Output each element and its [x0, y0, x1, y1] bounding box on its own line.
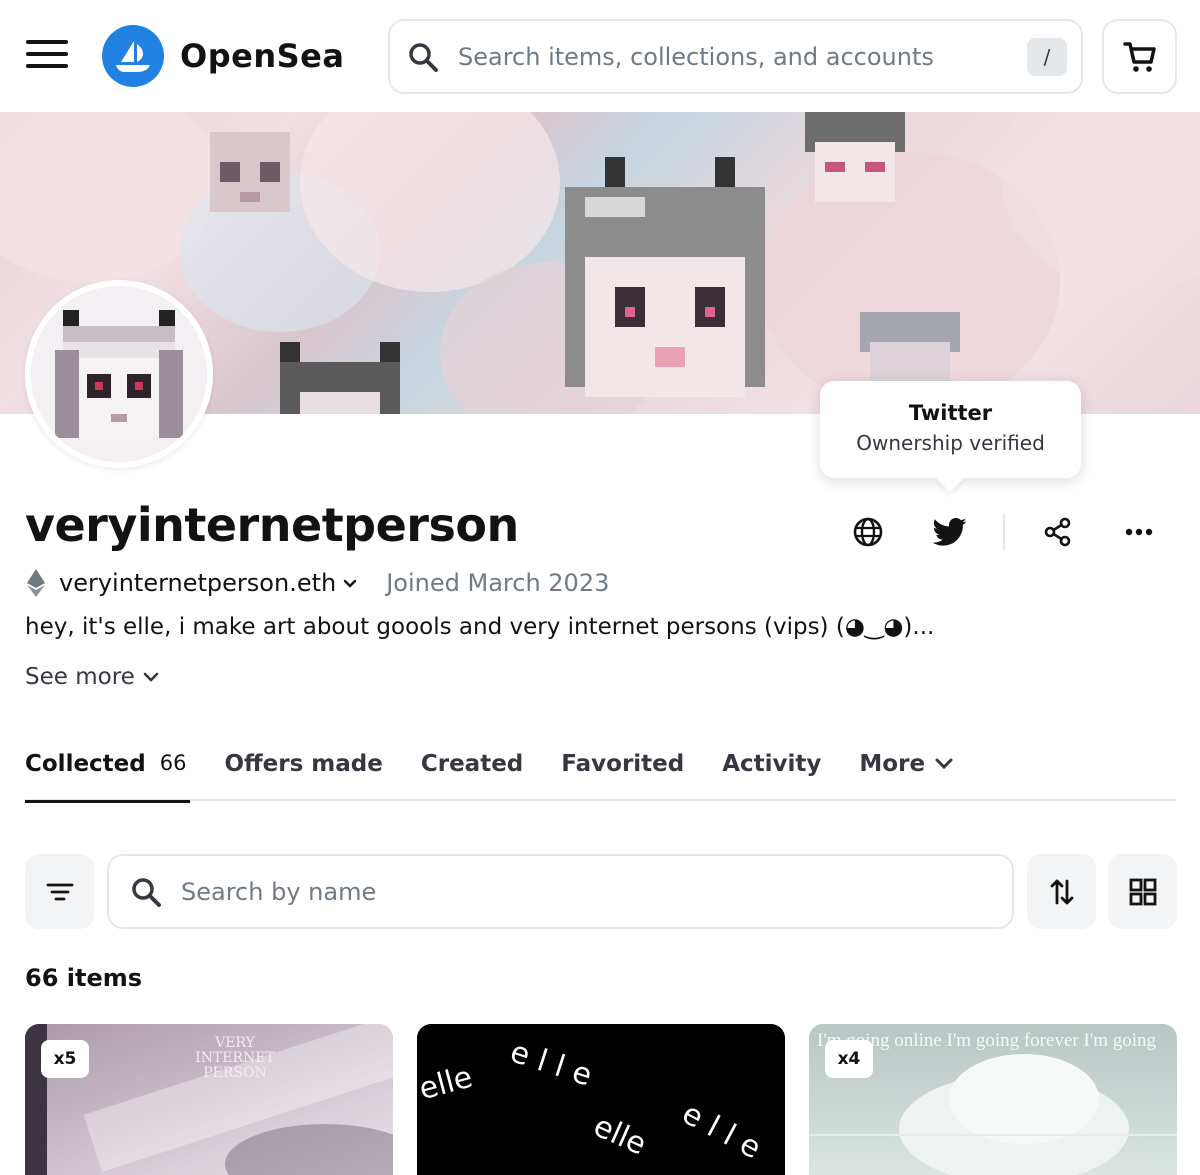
tab-activity[interactable]: Activity — [722, 748, 821, 801]
tab-label: Collected — [25, 751, 146, 777]
website-button[interactable] — [848, 512, 888, 552]
tab-favorited[interactable]: Favorited — [561, 748, 684, 801]
cart-icon — [1122, 41, 1156, 72]
menu-icon[interactable] — [26, 40, 68, 72]
global-search-input[interactable]: Search items, collections, and accounts … — [388, 19, 1083, 94]
tab-offers-made[interactable]: Offers made — [224, 748, 382, 801]
avatar-image — [31, 286, 207, 462]
tab-created[interactable]: Created — [421, 748, 523, 801]
more-options-button[interactable] — [1119, 512, 1159, 552]
search-by-name-input[interactable]: Search by name — [107, 854, 1014, 929]
profile-bio: hey, it's elle, i make art about goools … — [25, 614, 935, 640]
tab-label: More — [859, 751, 926, 777]
card-art-text: elle — [588, 1108, 652, 1163]
tab-collected[interactable]: Collected 66 — [25, 748, 191, 803]
tooltip-title: Twitter — [908, 401, 993, 425]
banner-main-pixel-character — [565, 157, 765, 397]
share-button[interactable] — [1038, 512, 1078, 552]
chevron-down-icon[interactable] — [342, 577, 358, 589]
search-icon — [409, 42, 438, 72]
profile-username: veryinternetperson — [25, 498, 519, 552]
sort-button[interactable] — [1027, 854, 1096, 929]
ethereum-icon — [27, 569, 45, 597]
tab-label: Activity — [722, 751, 822, 777]
top-nav: OpenSea Search items, collections, and a… — [0, 0, 1200, 112]
nft-card[interactable]: VERY INTERNET PERSON x5 — [25, 1024, 393, 1175]
search-by-name-placeholder: Search by name — [181, 877, 377, 906]
ens-address[interactable]: veryinternetperson.eth — [59, 569, 336, 597]
profile-tabs: Collected 66 Offers made Created Favorit… — [25, 748, 1176, 803]
chevron-down-icon — [143, 672, 159, 682]
card-art-text: elle — [417, 1059, 477, 1108]
items-count: 66 items — [25, 964, 143, 992]
tooltip-subtitle: Ownership verified — [856, 431, 1045, 455]
card-art-text: VERY INTERNET PERSON — [195, 1035, 275, 1081]
globe-icon — [853, 517, 883, 547]
card-art-text: elle — [505, 1034, 606, 1097]
nft-card[interactable]: I'm going online I'm going forever I'm g… — [809, 1024, 1177, 1175]
cart-button[interactable] — [1102, 19, 1177, 94]
search-icon — [132, 877, 161, 907]
brand-name: OpenSea — [180, 37, 345, 75]
joined-date: Joined March 2023 — [386, 569, 610, 597]
more-icon — [1125, 528, 1153, 536]
card-art-text: elle — [676, 1096, 776, 1171]
tab-label: Favorited — [561, 751, 685, 777]
twitter-icon — [933, 517, 967, 546]
actions-divider — [1003, 513, 1005, 551]
grid-view-button[interactable] — [1108, 854, 1177, 929]
banner-pixel-character — [210, 132, 290, 212]
see-more-label: See more — [25, 664, 135, 690]
filter-button[interactable] — [25, 854, 94, 929]
share-icon — [1044, 517, 1071, 547]
tab-more[interactable]: More — [859, 748, 955, 801]
grid-icon — [1129, 878, 1156, 905]
tab-label: Offers made — [224, 751, 383, 777]
sort-icon — [1050, 879, 1073, 904]
banner-pixel-character — [280, 342, 400, 414]
opensea-logo-icon — [102, 25, 164, 87]
tab-count: 66 — [159, 751, 187, 775]
quantity-badge: x4 — [825, 1040, 873, 1078]
quantity-badge: x5 — [41, 1040, 89, 1078]
twitter-button[interactable] — [930, 512, 970, 552]
banner-pixel-character — [805, 112, 905, 202]
profile-avatar[interactable] — [25, 280, 213, 468]
filter-icon — [46, 883, 73, 900]
search-placeholder: Search items, collections, and accounts — [458, 42, 934, 71]
tab-label: Created — [420, 751, 524, 777]
profile-meta: veryinternetperson.eth Joined March 2023 — [25, 568, 609, 598]
nft-card[interactable]: elle elle elle elle — [417, 1024, 785, 1175]
shortcut-key-badge: / — [1027, 37, 1067, 76]
see-more-link[interactable]: See more — [25, 664, 161, 690]
twitter-verified-tooltip: Twitter Ownership verified — [820, 381, 1081, 493]
opensea-logo[interactable]: OpenSea — [102, 25, 344, 87]
chevron-down-icon — [935, 758, 953, 770]
